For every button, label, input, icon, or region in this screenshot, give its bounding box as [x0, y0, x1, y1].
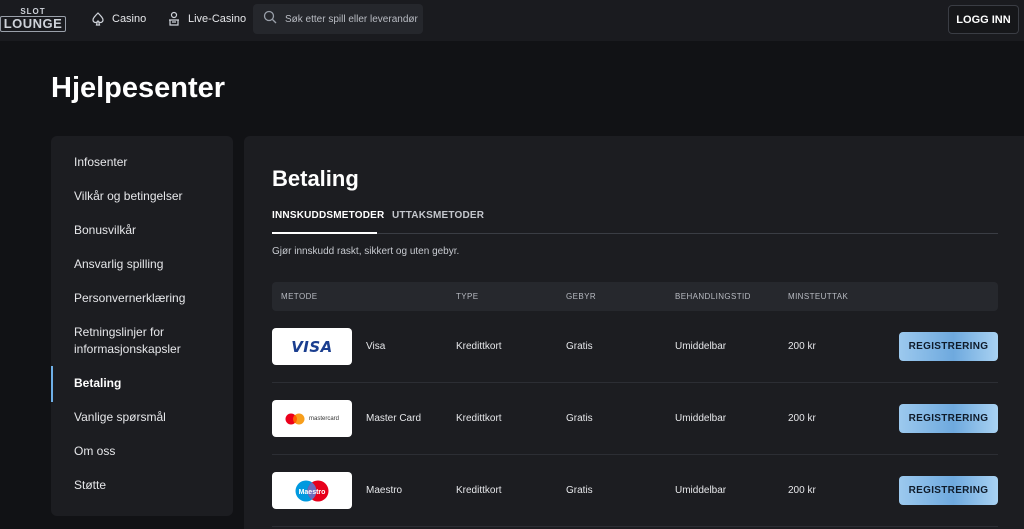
nav-live-casino-label: Live-Casino — [188, 12, 247, 25]
sidebar-item-bonus-terms[interactable]: Bonusvilkår — [74, 222, 224, 239]
section-title: Betaling — [272, 166, 359, 191]
sidebar-item-terms[interactable]: Vilkår og betingelser — [74, 188, 224, 205]
tabs-divider — [272, 233, 998, 234]
maestro-logo: Maestro — [272, 472, 352, 509]
method-min-withdrawal: 200 kr — [788, 485, 816, 496]
method-name: Visa — [366, 341, 386, 352]
register-button[interactable]: REGISTRERING — [899, 476, 998, 505]
payment-panel: Betaling INNSKUDDSMETODER UTTAKSMETODER … — [244, 136, 1024, 529]
sidebar-item-responsible-gaming[interactable]: Ansvarlig spilling — [74, 256, 224, 273]
page-title: Hjelpesenter — [51, 72, 226, 104]
mastercard-logo: mastercard — [272, 400, 352, 437]
intro-text: Gjør innskudd raskt, sikkert og uten geb… — [272, 246, 460, 257]
method-fee: Gratis — [566, 413, 593, 424]
search-icon — [263, 10, 277, 29]
logo-top-text: SLOT — [20, 6, 46, 16]
sidebar-item-support[interactable]: Støtte — [74, 477, 224, 494]
mastercard-circles-icon — [285, 413, 305, 424]
method-name: Master Card — [366, 413, 422, 424]
method-processing-time: Umiddelbar — [675, 413, 727, 424]
nav-live-casino[interactable]: Live-Casino — [166, 0, 246, 37]
visa-logo-text: VISA — [291, 337, 333, 356]
method-min-withdrawal: 200 kr — [788, 341, 816, 352]
sidebar-active-indicator — [51, 366, 53, 402]
logo-bottom-text: LOUNGE — [0, 15, 67, 32]
method-fee: Gratis — [566, 341, 593, 352]
active-tab-underline — [272, 232, 377, 234]
sidebar-item-faq[interactable]: Vanlige spørsmål — [74, 409, 224, 426]
register-button[interactable]: REGISTRERING — [899, 404, 998, 433]
method-processing-time: Umiddelbar — [675, 341, 727, 352]
table-header: METODE TYPE GEBYR BEHANDLINGSTID MINSTEU… — [272, 282, 998, 311]
sidebar-item-payment[interactable]: Betaling — [74, 375, 224, 392]
spade-icon — [90, 11, 106, 27]
column-header-processing-time: BEHANDLINGSTID — [675, 292, 751, 301]
column-header-fee: GEBYR — [566, 292, 597, 301]
maestro-logo-text: Maestro — [299, 489, 326, 496]
mastercard-logo-text: mastercard — [308, 415, 339, 422]
tab-withdraw-methods[interactable]: UTTAKSMETODER — [392, 210, 484, 221]
method-name: Maestro — [366, 485, 403, 496]
table-row: mastercard Master Card Kredittkort Grati… — [272, 383, 998, 455]
maestro-circles-icon: Maestro — [295, 480, 329, 501]
visa-logo: VISA — [272, 328, 352, 365]
search-input[interactable] — [285, 13, 420, 25]
column-header-type: TYPE — [456, 292, 479, 301]
table-row: VISA Visa Kredittkort Gratis Umiddelbar … — [272, 311, 998, 383]
help-sidebar: Infosenter Vilkår og betingelser Bonusvi… — [51, 136, 233, 516]
method-type: Kredittkort — [456, 413, 502, 424]
method-min-withdrawal: 200 kr — [788, 413, 816, 424]
tab-deposit-methods[interactable]: INNSKUDDSMETODER — [272, 210, 384, 221]
sidebar-item-infosenter[interactable]: Infosenter — [74, 154, 224, 171]
register-button[interactable]: REGISTRERING — [899, 332, 998, 361]
sidebar-item-privacy[interactable]: Personvernerklæring — [74, 290, 224, 307]
sidebar-item-about[interactable]: Om oss — [74, 443, 224, 460]
dealer-icon — [166, 11, 182, 27]
top-bar: SLOT LOUNGE Casino Live-Casino LOGG INN — [0, 0, 1024, 41]
sidebar-item-cookies[interactable]: Retningslinjer for informasjonskapsler — [74, 324, 224, 358]
nav-casino[interactable]: Casino — [90, 0, 146, 37]
column-header-method: METODE — [281, 292, 318, 301]
login-button[interactable]: LOGG INN — [948, 5, 1019, 34]
method-processing-time: Umiddelbar — [675, 485, 727, 496]
site-logo[interactable]: SLOT LOUNGE — [0, 4, 67, 34]
column-header-min-withdrawal: MINSTEUTTAK — [788, 292, 849, 301]
search-box[interactable] — [253, 4, 423, 34]
method-type: Kredittkort — [456, 341, 502, 352]
method-fee: Gratis — [566, 485, 593, 496]
table-row: Maestro Maestro Kredittkort Gratis Umidd… — [272, 455, 998, 527]
method-type: Kredittkort — [456, 485, 502, 496]
nav-casino-label: Casino — [112, 12, 147, 25]
